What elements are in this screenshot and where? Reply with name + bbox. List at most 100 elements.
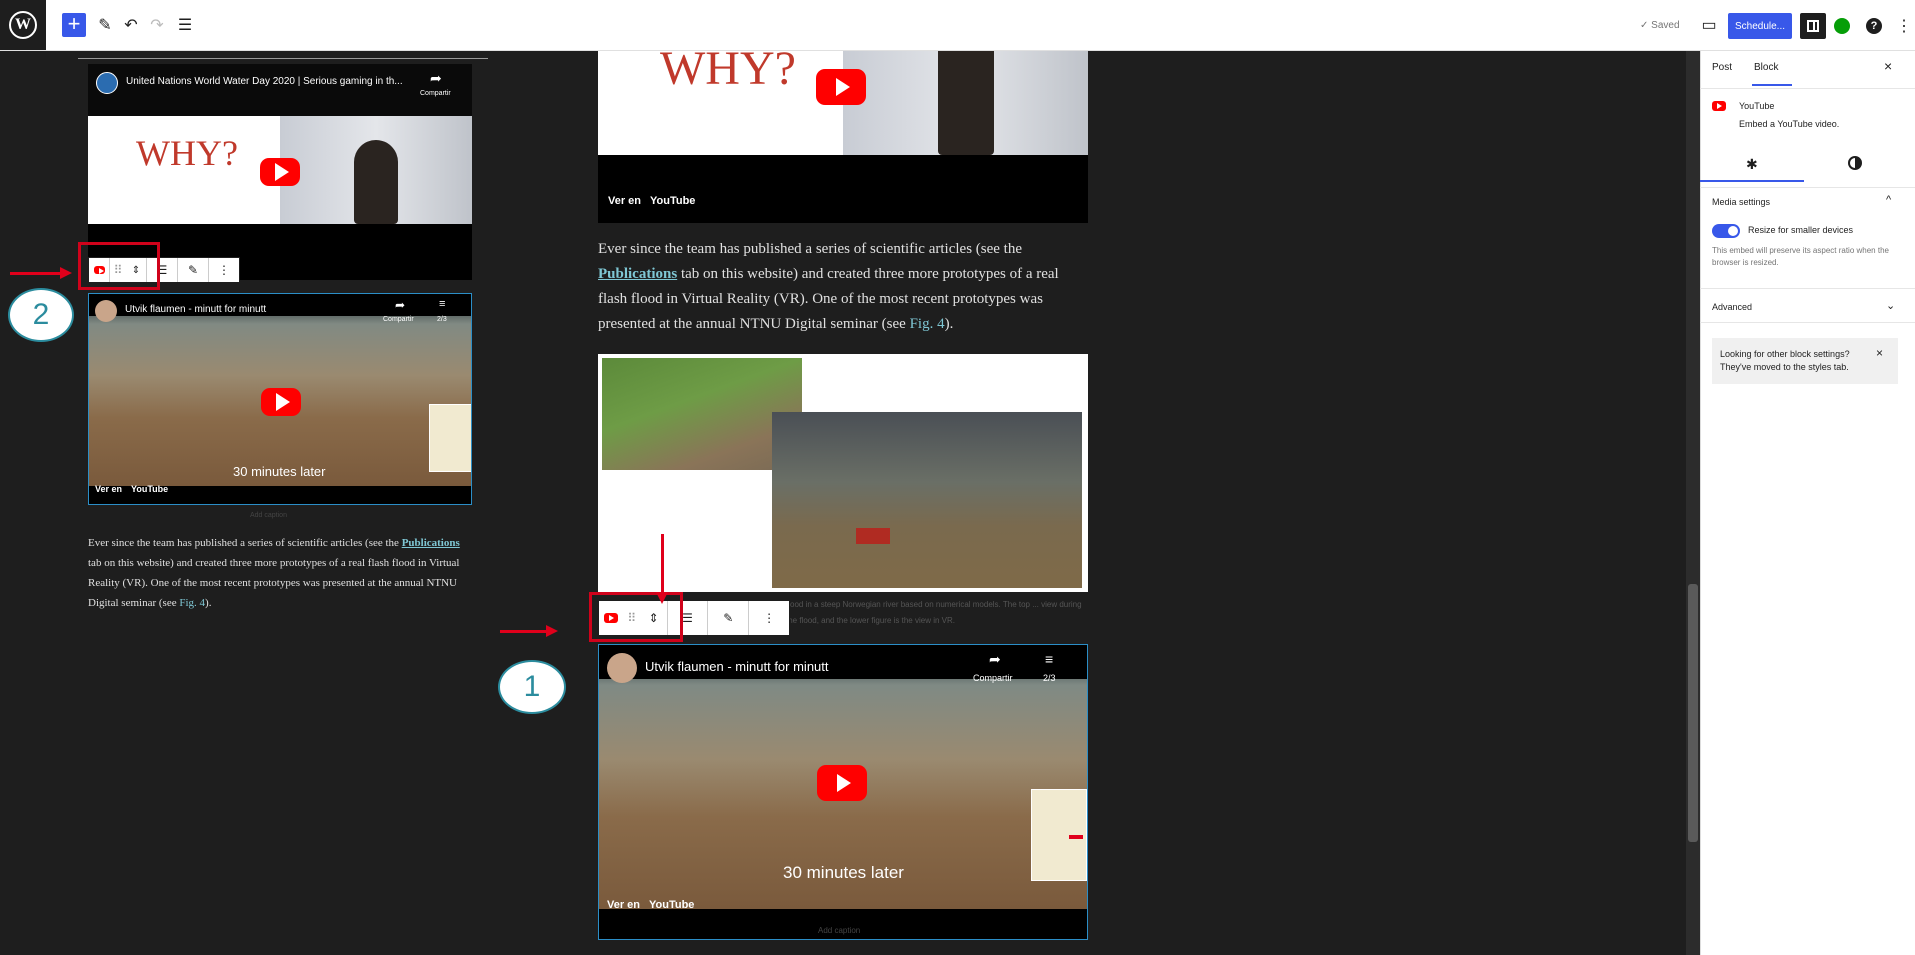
presenter-figure (354, 140, 398, 224)
share-icon[interactable]: ➦ (430, 70, 442, 87)
undo-icon[interactable]: ↶ (122, 16, 140, 34)
callout-2: 2 (8, 288, 74, 342)
redo-icon[interactable]: ↷ (148, 16, 166, 34)
play-button-icon[interactable] (261, 388, 301, 416)
pencil-tools-icon[interactable]: ✎ (96, 16, 114, 34)
publications-link[interactable]: Publications (598, 266, 677, 282)
styles-contrast-icon[interactable] (1848, 156, 1862, 170)
why-text: WHY? (660, 51, 796, 95)
jetpack-icon[interactable] (1834, 18, 1850, 34)
chevron-down-icon[interactable]: ⌄ (1886, 299, 1895, 312)
video-embed-utvik-main[interactable]: Utvik flaumen - minutt for minutt ➦ Comp… (598, 644, 1088, 940)
playlist-icon[interactable]: ≡ (1045, 651, 1053, 667)
sidebar-divider (1700, 322, 1915, 323)
figure-caption[interactable]: flood in a steep Norwegian river based o… (786, 597, 1086, 629)
resize-toggle[interactable] (1712, 224, 1740, 238)
block-options-icon[interactable]: ⋮ (209, 258, 239, 282)
paragraph-text: ). (944, 316, 954, 332)
vr-render (772, 412, 1082, 588)
watch-on-label[interactable]: Ver en (608, 195, 641, 207)
highlight-box-2 (78, 242, 160, 290)
watch-on-label[interactable]: Ver en (95, 484, 122, 494)
block-name: YouTube (1739, 101, 1775, 111)
overlay-caption: 30 minutes later (783, 863, 904, 882)
publications-link[interactable]: Publications (402, 537, 460, 549)
share-label[interactable]: Compartir (420, 90, 451, 97)
caption-placeholder[interactable]: Add caption (250, 512, 287, 519)
map-inset (429, 404, 471, 472)
play-button-icon[interactable] (816, 69, 866, 105)
why-text: WHY? (136, 133, 238, 173)
video-title[interactable]: United Nations World Water Day 2020 | Se… (126, 76, 403, 87)
playlist-icon[interactable]: ≡ (439, 298, 445, 310)
settings-gear-icon[interactable]: ✱ (1746, 156, 1758, 173)
preview-device-icon[interactable]: ▭ (1700, 17, 1718, 34)
edit-url-icon[interactable]: ✎ (178, 258, 209, 282)
tab-block[interactable]: Block (1754, 62, 1778, 73)
playlist-count: 2/3 (437, 316, 447, 323)
figure-4-image[interactable] (598, 354, 1088, 592)
main-paragraph[interactable]: Ever since the team has published a seri… (598, 237, 1088, 337)
arrow-2-head (60, 267, 72, 279)
share-icon[interactable]: ➦ (989, 651, 1001, 668)
video-embed-utvik-small[interactable]: Utvik flaumen - minutt for minutt ➦ Comp… (88, 293, 472, 505)
youtube-wordmark[interactable]: YouTube (650, 195, 695, 207)
settings-tab-indicator (1700, 180, 1804, 182)
channel-avatar[interactable] (95, 300, 117, 322)
close-icon[interactable]: × (1884, 58, 1892, 74)
arrow-2-line (10, 272, 62, 275)
notice-text: Looking for other block settings? They'v… (1720, 349, 1850, 372)
fig4-link[interactable]: Fig. 4 (910, 316, 945, 332)
share-label[interactable]: Compartir (973, 673, 1013, 683)
toggle-help-text: This embed will preserve its aspect rati… (1712, 246, 1889, 267)
inset-top-rule (78, 58, 488, 59)
advanced-section-title[interactable]: Advanced (1712, 302, 1752, 312)
red-house (856, 528, 890, 544)
video-embed-world-water-day-main[interactable]: WHY? Ver en YouTube (598, 51, 1088, 223)
paragraph-text: tab on this website) and created three m… (88, 557, 460, 609)
toggle-label: Resize for smaller devices (1748, 225, 1854, 235)
caption-placeholder[interactable]: Add caption (818, 926, 860, 935)
paragraph-text: ). (205, 597, 212, 609)
edit-url-icon[interactable]: ✎ (708, 601, 750, 635)
add-block-button[interactable]: + (62, 13, 86, 37)
fig4-link[interactable]: Fig. 4 (179, 597, 205, 609)
video-title[interactable]: Utvik flaumen - minutt for minutt (125, 304, 266, 315)
help-icon[interactable]: ? (1866, 18, 1882, 34)
wordpress-logo-icon[interactable]: W (0, 0, 46, 50)
active-tab-indicator (1752, 84, 1792, 86)
arrow-1-head (546, 625, 558, 637)
arrow-1-line (500, 630, 548, 633)
media-settings-title[interactable]: Media settings (1712, 197, 1770, 207)
more-options-icon[interactable]: ⋮ (1896, 16, 1912, 36)
video-title[interactable]: Utvik flaumen - minutt for minutt (645, 659, 829, 674)
arrow-down-line (661, 534, 664, 594)
play-button-icon[interactable] (260, 158, 300, 186)
presenter-figure (938, 51, 994, 155)
block-options-icon[interactable]: ⋮ (749, 601, 789, 635)
scrollbar-thumb[interactable] (1688, 584, 1698, 842)
share-icon[interactable]: ➦ (395, 298, 405, 312)
youtube-block-icon (1712, 101, 1726, 111)
highlight-box-1 (589, 592, 683, 642)
play-button-icon[interactable] (817, 765, 867, 801)
settings-sidebar-toggle-icon[interactable] (1800, 13, 1826, 39)
editor-top-bar (0, 0, 1915, 51)
schedule-button[interactable]: Schedule... (1728, 13, 1792, 39)
saved-status: ✓ Saved (1640, 20, 1680, 31)
watch-on-label[interactable]: Ver en (607, 899, 640, 911)
paragraph-text: Ever since the team has published a seri… (598, 241, 1022, 257)
map-marker (1069, 835, 1083, 839)
notice-close-icon[interactable]: × (1876, 346, 1883, 360)
list-view-icon[interactable]: ☰ (176, 16, 194, 34)
channel-avatar[interactable] (607, 653, 637, 683)
left-paragraph[interactable]: Ever since the team has published a seri… (88, 533, 472, 613)
youtube-wordmark[interactable]: YouTube (131, 484, 168, 494)
chevron-up-icon[interactable]: ^ (1886, 194, 1891, 206)
youtube-wordmark[interactable]: YouTube (649, 899, 694, 911)
channel-avatar[interactable] (96, 72, 118, 94)
arrow-down-head (656, 592, 668, 604)
sidebar-divider (1700, 88, 1915, 89)
tab-post[interactable]: Post (1712, 62, 1732, 73)
share-label[interactable]: Compartir (383, 316, 414, 323)
